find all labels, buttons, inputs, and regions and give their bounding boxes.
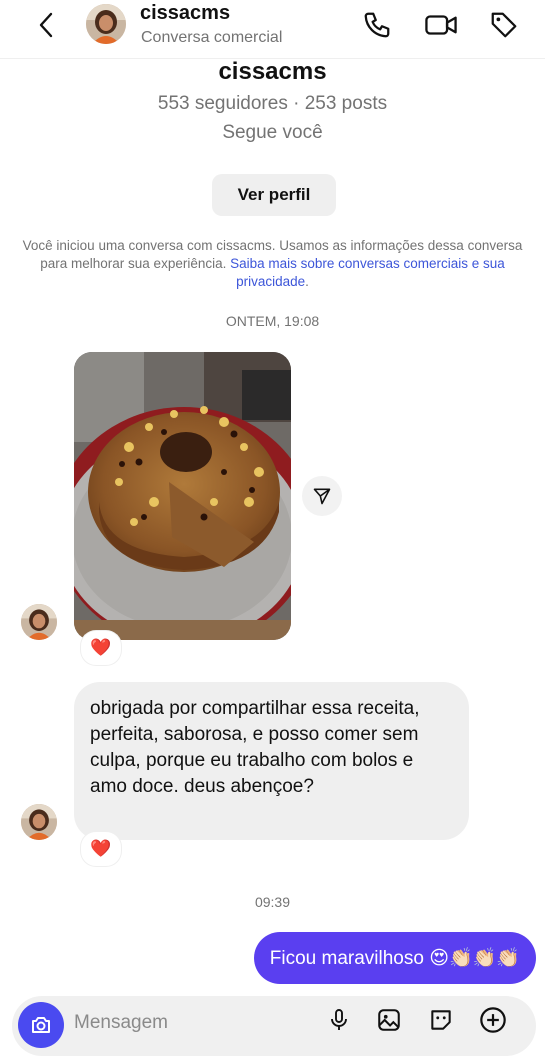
profile-stats: 553 seguidores · 253 posts [157,93,388,114]
gallery-icon[interactable] [374,1005,404,1035]
avatar[interactable] [86,4,126,44]
chat-header: cissacms Conversa comercial [0,0,545,59]
view-profile-button[interactable]: Ver perfil [212,174,336,216]
heart-reaction[interactable]: ❤️ [81,832,121,866]
timestamp: 09:39 [254,894,291,910]
profile-name: cissacms [218,58,327,85]
share-icon[interactable] [302,476,342,516]
sender-avatar[interactable] [21,604,57,640]
follows-you-label: Segue você [222,122,323,143]
chat-username[interactable]: cissacms [140,2,230,25]
business-chat-notice: Você iniciou uma conversa com cissacms. … [14,237,531,291]
sender-avatar[interactable] [21,804,57,840]
microphone-icon[interactable] [324,1005,354,1035]
message-composer: Mensagem [12,996,536,1056]
privacy-link[interactable]: Saiba mais sobre conversas comerciais e … [230,256,505,289]
timestamp: ONTEM, 19:08 [225,313,320,329]
outgoing-message[interactable]: Ficou maravilhoso 😍👏🏻👏🏻👏🏻 [253,932,536,984]
heart-reaction[interactable]: ❤️ [81,631,121,665]
shared-photo[interactable] [74,352,291,640]
camera-icon[interactable] [18,1002,64,1048]
chat-subtitle: Conversa comercial [141,29,283,46]
video-icon[interactable] [424,8,458,42]
plus-icon[interactable] [478,1005,508,1035]
notice-end: . [305,274,309,289]
back-arrow-icon[interactable] [30,8,64,42]
incoming-message[interactable]: obrigada por compartilhar essa receita, … [74,682,469,840]
sticker-icon[interactable] [426,1005,456,1035]
phone-icon[interactable] [360,8,394,42]
tag-icon[interactable] [487,8,521,42]
message-input[interactable]: Mensagem [74,1012,168,1034]
